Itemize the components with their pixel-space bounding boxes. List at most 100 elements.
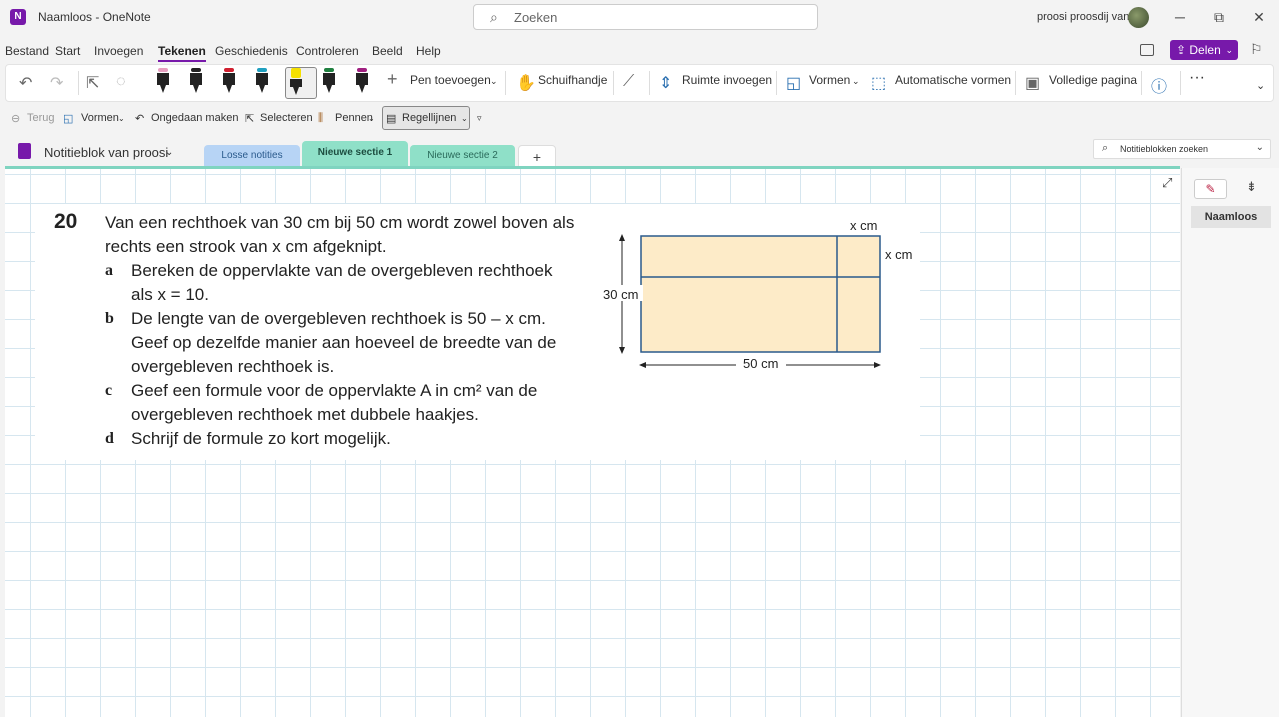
separator xyxy=(776,71,777,95)
chevron-down-icon: ⌄ xyxy=(461,114,468,123)
menu-controleren[interactable]: Controleren xyxy=(296,44,359,58)
tab-nieuwe-sectie-1[interactable]: Nieuwe sectie 1 xyxy=(302,141,408,169)
question-b-2: Geef op dezelfde manier aan hoeveel de b… xyxy=(131,333,557,352)
add-page-button[interactable]: ✎ xyxy=(1194,179,1227,199)
draw-ribbon: ↶ ↷ ⇱ ◌ + Pen toevoegen ⌄ ✋ Schuifhandje… xyxy=(5,64,1274,102)
sort-icon[interactable]: ⇟ xyxy=(1246,179,1257,195)
add-section-button[interactable]: + xyxy=(518,145,556,167)
shapes-icon: ◱ xyxy=(63,113,74,125)
outer-rectangle xyxy=(640,235,881,353)
share-icon: ⇪ xyxy=(1176,43,1190,57)
plus-icon: + xyxy=(387,69,398,89)
menu-invoegen[interactable]: Invoegen xyxy=(94,44,143,58)
pen-black[interactable] xyxy=(189,68,203,94)
auto-shapes-icon: ⬚ xyxy=(871,75,887,92)
pen-red[interactable] xyxy=(222,68,236,94)
search-placeholder: Zoeken xyxy=(514,10,558,25)
chevron-down-icon[interactable]: ⌄ xyxy=(1256,79,1265,92)
hand-icon: ✋ xyxy=(516,75,536,92)
title-bar: N Naamloos - OneNote ⌕ Zoeken proosi pro… xyxy=(0,0,1279,36)
separator xyxy=(78,71,79,95)
menu-tekenen[interactable]: Tekenen xyxy=(158,44,206,62)
undo-icon[interactable]: ↶ xyxy=(19,73,32,93)
pens-icon: ⫼ xyxy=(318,112,324,124)
menu-bar: Bestand Start Invoegen Tekenen Geschiede… xyxy=(0,38,1279,62)
restore-button[interactable]: ⧉ xyxy=(1204,6,1234,28)
pen-green[interactable] xyxy=(322,68,336,94)
pen-purple[interactable] xyxy=(355,68,369,94)
page-item[interactable]: Naamloos xyxy=(1191,206,1271,228)
add-pen-button[interactable]: Pen toevoegen xyxy=(410,73,491,87)
search-icon: ⌕ xyxy=(490,9,498,25)
insert-space-icon: ⇕ xyxy=(659,75,673,92)
height-label: 30 cm xyxy=(603,287,639,302)
exercise-number: 20 xyxy=(54,210,78,233)
notebook-view-icon[interactable] xyxy=(1140,44,1154,56)
question-b-3: overgebleven rechthoek is. xyxy=(131,357,335,376)
menu-beeld[interactable]: Beeld xyxy=(372,44,403,58)
menu-start[interactable]: Start xyxy=(55,44,80,58)
shapes-button[interactable]: Vormen xyxy=(81,112,119,124)
undo-button[interactable]: Ongedaan maken xyxy=(151,112,238,124)
feedback-icon[interactable]: ⚐ xyxy=(1250,41,1263,58)
exercise-intro-1: Van een rechthoek van 30 cm bij 50 cm wo… xyxy=(105,213,575,232)
customize-toolbar-icon[interactable]: ▿ xyxy=(477,113,482,124)
minimize-button[interactable]: ─ xyxy=(1165,6,1195,28)
back-button[interactable]: Terug xyxy=(27,112,55,124)
avatar[interactable] xyxy=(1128,7,1149,28)
right-strip-label: x cm xyxy=(885,247,913,262)
full-page-button[interactable]: Volledige pagina xyxy=(1049,73,1137,87)
ruler-icon[interactable]: ⟋ xyxy=(623,73,634,91)
question-d-1: Schrijf de formule zo kort mogelijk. xyxy=(131,429,391,448)
tab-nieuwe-sectie-2[interactable]: Nieuwe sectie 2 xyxy=(410,145,515,167)
drawing-subtoolbar: ⊖ Terug ◱ Vormen ⌄ ↶ Ongedaan maken ⇱ Se… xyxy=(5,104,1274,132)
chevron-down-icon: ⌄ xyxy=(852,76,860,86)
user-name[interactable]: proosi proosdij van xyxy=(1037,11,1129,23)
chevron-down-icon: ⌄ xyxy=(368,114,375,123)
separator xyxy=(505,71,506,95)
close-button[interactable]: ✕ xyxy=(1244,6,1274,28)
undo-icon: ↶ xyxy=(135,113,145,125)
pen-pink[interactable] xyxy=(156,68,170,94)
separator xyxy=(1015,71,1016,95)
redo-icon[interactable]: ↷ xyxy=(50,73,63,93)
hand-button[interactable]: Schuifhandje xyxy=(538,73,607,87)
select-cursor-icon[interactable]: ⇱ xyxy=(86,73,99,93)
help-icon[interactable]: ⓘ xyxy=(1151,73,1167,97)
chevron-down-icon[interactable]: ⌄ xyxy=(165,147,173,158)
question-b-1: De lengte van de overgebleven rechthoek … xyxy=(131,309,546,328)
notebook-search-input[interactable]: ⌕ Notitieblokken zoeken ⌄ xyxy=(1093,139,1271,159)
question-d-letter: d xyxy=(105,430,114,447)
highlighter-yellow[interactable] xyxy=(289,68,303,95)
notebook-icon xyxy=(18,143,31,159)
window-title: Naamloos - OneNote xyxy=(38,10,151,24)
more-button[interactable]: ··· xyxy=(1189,69,1205,87)
chevron-down-icon: ⌄ xyxy=(118,114,125,123)
insert-space-button[interactable]: Ruimte invoegen xyxy=(682,73,772,87)
select-button[interactable]: Selecteren xyxy=(260,112,313,124)
menu-bestand[interactable]: Bestand xyxy=(5,44,49,58)
separator xyxy=(649,71,650,95)
notebook-name[interactable]: Notitieblok van proosi xyxy=(44,145,168,160)
add-page-icon: ✎ xyxy=(1205,182,1216,196)
question-c-2: overgebleven rechthoek met dubbele haakj… xyxy=(131,405,479,424)
shapes-button[interactable]: Vormen xyxy=(809,73,850,87)
separator xyxy=(1141,71,1142,95)
search-input[interactable]: ⌕ Zoeken xyxy=(473,4,818,30)
chevron-down-icon: ⌄ xyxy=(1255,142,1264,153)
top-strip-label: x cm xyxy=(850,218,878,233)
question-a-1: Bereken de oppervlakte van de overgeblev… xyxy=(131,261,553,280)
onenote-logo-icon: N xyxy=(10,9,26,25)
pen-teal[interactable] xyxy=(255,68,269,94)
share-button[interactable]: ⇪ Delen ⌄ xyxy=(1170,40,1238,60)
back-icon: ⊖ xyxy=(11,113,21,125)
exercise-intro-2: rechts een strook van x cm afgeknipt. xyxy=(105,237,387,256)
menu-geschiedenis[interactable]: Geschiedenis xyxy=(215,44,288,58)
menu-help[interactable]: Help xyxy=(416,44,441,58)
auto-shapes-button[interactable]: Automatische vormen xyxy=(895,73,1011,87)
tab-losse-notities[interactable]: Losse notities xyxy=(204,145,300,167)
chevron-down-icon: ⌄ xyxy=(490,76,498,86)
lasso-icon[interactable]: ◌ xyxy=(116,73,126,91)
expand-icon[interactable]: ⤢ xyxy=(1162,175,1172,191)
rule-lines-button[interactable]: Regellijnen xyxy=(402,112,456,124)
